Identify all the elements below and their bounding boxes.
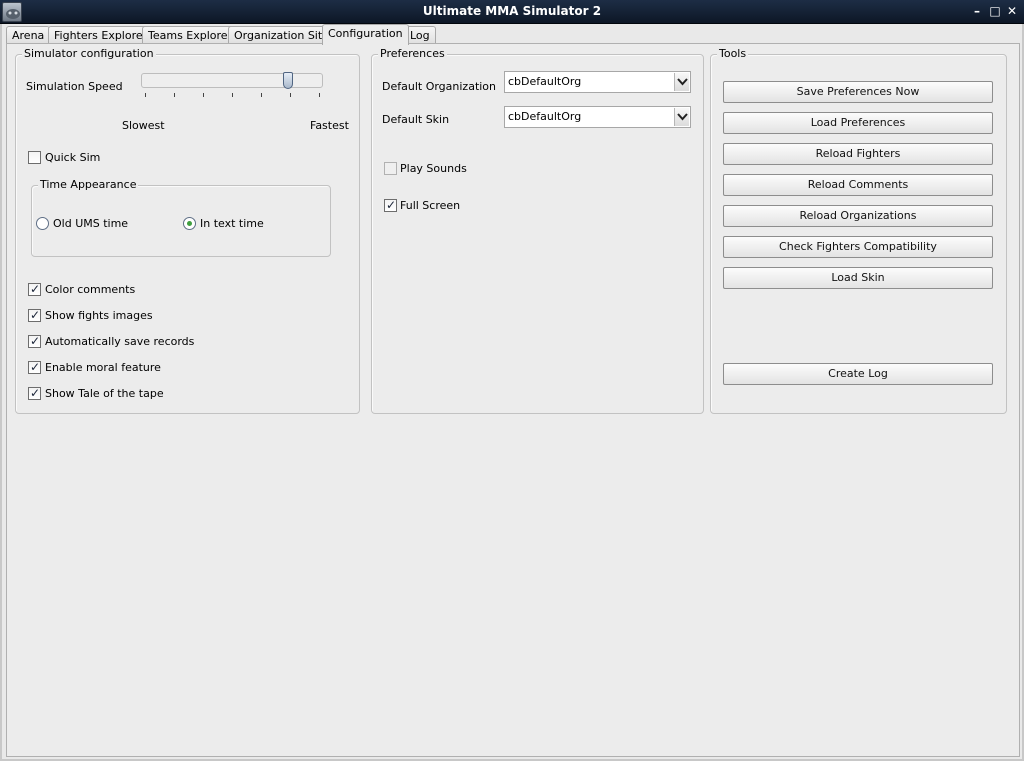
slider-tick — [203, 93, 204, 97]
window-title: Ultimate MMA Simulator 2 — [422, 4, 602, 18]
configuration-pane: Simulator configuration Simulation Speed… — [6, 43, 1020, 757]
slowest-label: Slowest — [122, 119, 165, 132]
minimize-icon[interactable]: – — [969, 3, 985, 19]
old-ums-time-radio[interactable] — [36, 217, 49, 230]
reload-organizations-button[interactable]: Reload Organizations — [723, 205, 993, 227]
color-comments-label: Color comments — [45, 283, 136, 296]
slider-tick — [290, 93, 291, 97]
in-text-time-radio[interactable] — [183, 217, 196, 230]
quick-sim-checkbox[interactable] — [28, 151, 41, 164]
default-organization-select[interactable]: cbDefaultOrg — [504, 71, 691, 93]
check-icon: ✓ — [30, 386, 41, 400]
check-icon: ✓ — [386, 198, 397, 212]
play-sounds-checkbox[interactable] — [384, 162, 397, 175]
tab-log[interactable]: Log — [404, 26, 436, 44]
time-appearance-title: Time Appearance — [38, 178, 139, 191]
tab-fighters-explorer[interactable]: Fighters Explorer — [48, 26, 154, 44]
tab-configuration[interactable]: Configuration — [322, 24, 409, 45]
simulation-speed-label: Simulation Speed — [26, 80, 123, 93]
color-comments-checkbox[interactable]: ✓ — [28, 282, 41, 296]
slider-handle[interactable] — [283, 72, 293, 89]
in-text-time-label: In text time — [200, 217, 264, 230]
chevron-down-icon[interactable] — [674, 108, 689, 126]
reload-comments-button[interactable]: Reload Comments — [723, 174, 993, 196]
quick-sim-label: Quick Sim — [45, 151, 101, 164]
default-organization-label: Default Organization — [382, 80, 497, 93]
slider-tick — [232, 93, 233, 97]
check-fighters-compatibility-button[interactable]: Check Fighters Compatibility — [723, 236, 993, 258]
preferences-group: Preferences Default Organization cbDefau… — [371, 47, 704, 414]
create-log-button[interactable]: Create Log — [723, 363, 993, 385]
check-icon: ✓ — [30, 334, 41, 348]
check-icon: ✓ — [30, 282, 41, 296]
default-organization-value: cbDefaultOrg — [508, 75, 582, 88]
old-ums-time-label: Old UMS time — [53, 217, 129, 230]
show-fights-images-checkbox[interactable]: ✓ — [28, 308, 41, 322]
fastest-label: Fastest — [310, 119, 349, 132]
full-screen-label: Full Screen — [400, 199, 461, 212]
tools-group: Tools Save Preferences Now Load Preferen… — [710, 47, 1007, 414]
slider-tick — [319, 93, 320, 97]
simulator-configuration-group: Simulator configuration Simulation Speed… — [15, 47, 360, 414]
automatically-save-records-label: Automatically save records — [45, 335, 195, 348]
tab-teams-explorer[interactable]: Teams Explorer — [142, 26, 239, 44]
check-icon: ✓ — [30, 308, 41, 322]
main-window: Arena Fighters Explorer Teams Explorer O… — [0, 24, 1024, 761]
slider-tick — [174, 93, 175, 97]
default-skin-value: cbDefaultOrg — [508, 110, 582, 123]
slider-tick — [261, 93, 262, 97]
save-preferences-now-button[interactable]: Save Preferences Now — [723, 81, 993, 103]
enable-moral-feature-label: Enable moral feature — [45, 361, 161, 374]
group-title: Preferences — [378, 47, 447, 60]
slider-tick — [145, 93, 146, 97]
show-fights-images-label: Show fights images — [45, 309, 153, 322]
show-tale-of-the-tape-checkbox[interactable]: ✓ — [28, 386, 41, 400]
enable-moral-feature-checkbox[interactable]: ✓ — [28, 360, 41, 374]
check-icon: ✓ — [30, 360, 41, 374]
close-icon[interactable]: ✕ — [1004, 3, 1020, 19]
default-skin-select[interactable]: cbDefaultOrg — [504, 106, 691, 128]
tab-organization-site[interactable]: Organization Site — [228, 26, 335, 44]
play-sounds-label: Play Sounds — [400, 162, 467, 175]
group-title: Tools — [717, 47, 749, 60]
time-appearance-group: Time Appearance Old UMS time In text tim… — [31, 178, 331, 257]
load-skin-button[interactable]: Load Skin — [723, 267, 993, 289]
automatically-save-records-checkbox[interactable]: ✓ — [28, 334, 41, 348]
default-skin-label: Default Skin — [382, 113, 450, 126]
reload-fighters-button[interactable]: Reload Fighters — [723, 143, 993, 165]
title-bar[interactable]: Ultimate MMA Simulator 2 – □ ✕ — [0, 0, 1024, 24]
load-preferences-button[interactable]: Load Preferences — [723, 112, 993, 134]
simulation-speed-slider[interactable] — [141, 72, 323, 89]
radio-selected-dot — [187, 221, 192, 226]
maximize-icon[interactable]: □ — [987, 3, 1003, 19]
full-screen-checkbox[interactable]: ✓ — [384, 198, 397, 212]
group-title: Simulator configuration — [22, 47, 156, 60]
tab-arena[interactable]: Arena — [6, 26, 51, 44]
show-tale-of-the-tape-label: Show Tale of the tape — [45, 387, 164, 400]
chevron-down-icon[interactable] — [674, 73, 689, 91]
